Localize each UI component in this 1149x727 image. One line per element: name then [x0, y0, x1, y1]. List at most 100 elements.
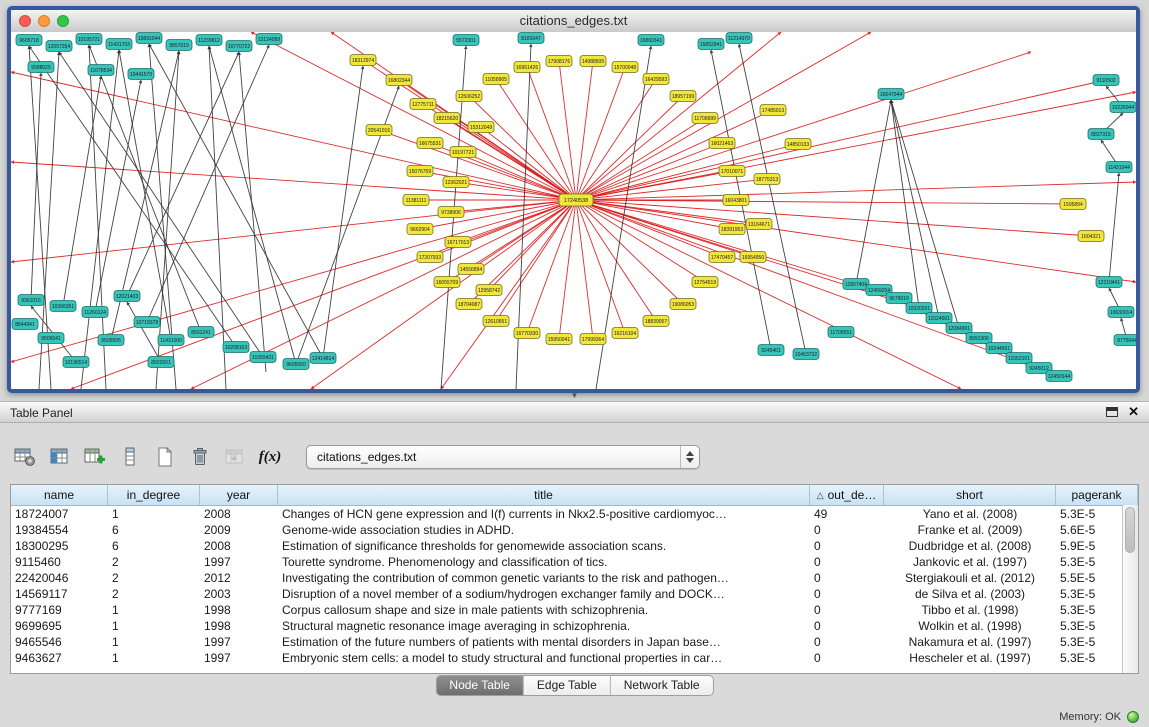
graph-node[interactable]: 11214970 [726, 33, 752, 44]
graph-node[interactable]: 12414814 [310, 353, 336, 364]
column-header-in_degree[interactable]: in_degree [108, 485, 200, 505]
graph-node[interactable]: 16802344 [386, 75, 412, 86]
graph-node[interactable]: 13164671 [746, 219, 772, 230]
graph-node[interactable]: 18775313 [754, 174, 780, 185]
graph-node[interactable]: 16021463 [709, 138, 735, 149]
memory-status-indicator[interactable] [1127, 711, 1139, 723]
graph-node[interactable]: 12210441 [1096, 277, 1122, 288]
table-vertical-scrollbar[interactable] [1122, 505, 1138, 673]
graph-node[interactable]: 12124089 [256, 34, 282, 45]
column-header-pagerank[interactable]: pagerank [1056, 485, 1138, 505]
graph-node[interactable]: 10453732 [793, 349, 819, 360]
graph-node[interactable]: 9361016 [18, 295, 44, 306]
table-row[interactable]: 977716911998Corpus callosum shape and si… [11, 602, 1138, 618]
graph-node[interactable]: 15852941 [698, 39, 724, 50]
graph-node[interactable]: 17470457 [709, 252, 735, 263]
graph-node[interactable]: 10197721 [450, 147, 476, 158]
graph-node[interactable]: 12084901 [946, 323, 972, 334]
column-header-name[interactable]: name [11, 485, 108, 505]
graph-node[interactable]: 19086053 [670, 299, 696, 310]
graph-node[interactable]: 10441570 [128, 69, 154, 80]
table-row[interactable]: 969969511998Structural magnetic resonanc… [11, 618, 1138, 634]
graph-node[interactable]: 12754519 [692, 277, 718, 288]
graph-node[interactable]: 8775044 [1114, 335, 1136, 346]
graph-node[interactable]: 12362021 [443, 177, 469, 188]
graph-node[interactable]: 11552101 [1006, 353, 1032, 364]
graph-node[interactable]: 10891044 [136, 33, 162, 44]
graph-node[interactable]: 16429593 [643, 74, 669, 85]
graph-node[interactable]: 9505505 [98, 335, 124, 346]
graph-node[interactable]: 16954950 [740, 252, 766, 263]
graph-node[interactable]: 12958742 [476, 285, 502, 296]
graph-node[interactable]: 17207933 [417, 252, 443, 263]
graph-node[interactable]: 16216104 [612, 328, 638, 339]
float-panel-icon[interactable] [1106, 407, 1118, 417]
graph-node[interactable]: 11807404 [843, 279, 869, 290]
graph-node[interactable]: 9662904 [407, 224, 433, 235]
graph-node[interactable]: 11239812 [196, 35, 222, 46]
graph-node[interactable]: 15076759 [407, 166, 433, 177]
graph-node[interactable]: 5572301 [453, 35, 479, 46]
graph-node[interactable]: 9857019 [166, 40, 192, 51]
show-columns-icon[interactable] [47, 444, 73, 470]
graph-node[interactable]: 8844941 [12, 319, 38, 330]
graph-node[interactable]: 12057354 [46, 41, 72, 52]
table-row[interactable]: 1872400712008Changes of HCN gene express… [11, 506, 1138, 522]
table-row[interactable]: 911546021997Tourette syndrome. Phenomeno… [11, 554, 1138, 570]
column-header-title[interactable]: title [278, 485, 810, 505]
graph-node[interactable]: 12775711 [410, 99, 436, 110]
network-window-titlebar[interactable]: citations_edges.txt [11, 10, 1136, 33]
panel-splitter-grip[interactable]: ▼ [571, 392, 579, 400]
graph-node[interactable]: 18391953 [719, 224, 745, 235]
tab-network-table[interactable]: Network Table [611, 676, 713, 695]
graph-node[interactable]: 15700048 [612, 62, 638, 73]
graph-node[interactable]: 10244501 [986, 343, 1012, 354]
table-row[interactable]: 946554611997Estimation of the future num… [11, 634, 1138, 650]
graph-hub-node[interactable]: 17240538 [559, 194, 593, 206]
function-icon[interactable]: f(x) [257, 444, 283, 470]
select-stepper-icon[interactable] [680, 446, 699, 468]
graph-node[interactable]: 18957199 [670, 91, 696, 102]
graph-node[interactable]: 11078534 [88, 65, 114, 76]
graph-node[interactable]: 12021403 [114, 291, 140, 302]
table-row[interactable]: 2242004622012Investigating the contribut… [11, 570, 1138, 586]
network-canvas[interactable]: 1604380118391953174704571275451919086053… [11, 32, 1136, 389]
graph-node[interactable]: 9988025 [28, 62, 54, 73]
table-row[interactable]: 1938455462009Genome-wide association stu… [11, 522, 1138, 538]
graph-node[interactable]: 17010071 [719, 166, 745, 177]
add-column-icon[interactable] [82, 444, 108, 470]
graph-node[interactable]: 11431000 [158, 335, 184, 346]
graph-node[interactable]: 10366351 [50, 301, 76, 312]
graph-node[interactable]: 12610651 [483, 316, 509, 327]
row-table-icon[interactable] [117, 444, 143, 470]
graph-node[interactable]: 8922601 [148, 357, 174, 368]
import-table-icon[interactable] [222, 444, 248, 470]
graph-node[interactable]: 1604321 [1078, 231, 1104, 242]
graph-node[interactable]: 10770722 [226, 41, 252, 52]
graph-node[interactable]: 17485013 [760, 105, 786, 116]
close-panel-icon[interactable]: ✕ [1128, 405, 1139, 418]
graph-node[interactable]: 11058905 [483, 74, 509, 85]
column-header-year[interactable]: year [200, 485, 278, 505]
graph-node[interactable]: 11381111 [403, 195, 429, 206]
graph-node[interactable]: 11431703 [106, 39, 132, 50]
graph-node[interactable]: 11059431 [250, 352, 276, 363]
graph-node[interactable]: 18215620 [434, 113, 460, 124]
tab-edge-table[interactable]: Edge Table [524, 676, 611, 695]
table-settings-icon[interactable] [12, 444, 38, 470]
graph-node[interactable]: 8991306 [966, 333, 992, 344]
graph-node[interactable]: 10630014 [1108, 307, 1134, 318]
network-table-select[interactable]: citations_edges.txt [306, 445, 700, 469]
table-row[interactable]: 946362711997Embryonic stem cells: a mode… [11, 650, 1138, 666]
graph-node[interactable]: 16770330 [514, 328, 540, 339]
graph-node[interactable]: 12506252 [456, 91, 482, 102]
graph-node[interactable]: 9605550 [283, 359, 309, 370]
graph-node[interactable]: 12450144 [1046, 371, 1072, 382]
graph-node[interactable]: 17999364 [580, 334, 606, 345]
graph-node[interactable]: 16675531 [417, 138, 443, 149]
graph-node[interactable]: 10208163 [223, 342, 249, 353]
graph-node[interactable]: 9738906 [438, 207, 464, 218]
table-row[interactable]: 1456911722003Disruption of a novel membe… [11, 586, 1138, 602]
graph-node[interactable]: 18704087 [456, 299, 482, 310]
graph-node[interactable]: 18312974 [350, 55, 376, 66]
